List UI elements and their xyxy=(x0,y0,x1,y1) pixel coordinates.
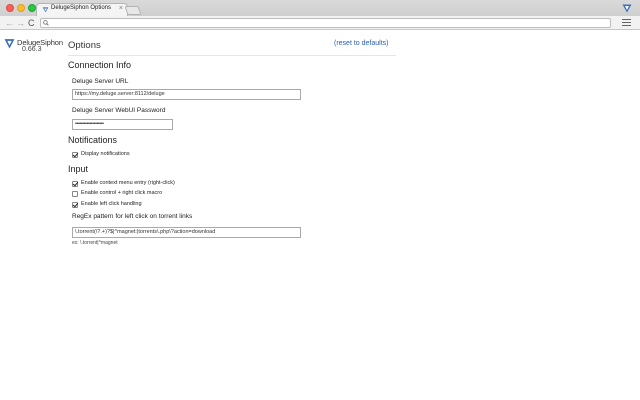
deluge-extension-icon[interactable] xyxy=(622,3,632,13)
tab-close-icon[interactable]: × xyxy=(119,4,123,14)
search-icon xyxy=(43,20,49,26)
reset-defaults-link[interactable]: (reset to defaults) xyxy=(334,40,388,47)
control-right-click-label: Enable control + right click macro xyxy=(81,190,163,196)
server-url-input[interactable]: https://my.deluge.server:8112/deluge xyxy=(72,89,301,100)
reload-button[interactable]: C xyxy=(28,17,35,29)
context-menu-checkbox[interactable] xyxy=(72,181,78,187)
brand-version: 0.66.3 xyxy=(22,46,42,53)
regex-hint: ex: \.torrent|^magnet xyxy=(72,240,118,246)
browser-tab-bar: DelugeSiphon Options × xyxy=(0,0,640,16)
browser-toolbar: ← → C xyxy=(0,16,640,30)
tab-options[interactable]: DelugeSiphon Options × xyxy=(36,3,128,16)
back-button[interactable]: ← xyxy=(5,17,14,29)
password-label: Deluge Server WebUI Password xyxy=(72,107,166,114)
window-zoom-button[interactable] xyxy=(28,4,36,12)
control-right-click-checkbox[interactable] xyxy=(72,191,78,197)
left-click-label: Enable left click handling xyxy=(81,201,142,207)
forward-button[interactable]: → xyxy=(16,17,25,29)
address-bar[interactable] xyxy=(40,18,611,28)
left-click-checkbox[interactable] xyxy=(72,202,78,208)
window-close-button[interactable] xyxy=(6,4,14,12)
page-title: Options xyxy=(68,40,101,51)
deluge-logo-icon xyxy=(4,39,15,49)
new-tab-button[interactable] xyxy=(124,6,142,15)
browser-menu-icon[interactable] xyxy=(622,19,631,27)
tab-title: DelugeSiphon Options xyxy=(51,5,112,11)
display-notifications-label: Display notifications xyxy=(81,151,130,157)
deluge-favicon-icon xyxy=(42,7,49,13)
display-notifications-checkbox[interactable] xyxy=(72,152,78,158)
server-url-label: Deluge Server URL xyxy=(72,78,129,85)
password-input[interactable]: •••••••••••••••••••• xyxy=(72,119,173,130)
regex-input[interactable]: \.torrent(\?.+)?$|^magnet:|torrents\.php… xyxy=(72,227,301,238)
context-menu-label: Enable context menu entry (right-click) xyxy=(81,180,175,186)
notifications-heading: Notifications xyxy=(68,135,118,145)
divider xyxy=(68,55,396,56)
input-heading: Input xyxy=(68,164,89,174)
connection-heading: Connection Info xyxy=(68,60,132,70)
window-minimize-button[interactable] xyxy=(17,4,25,12)
regex-label: RegEx pattern for left click on torrent … xyxy=(72,213,193,220)
